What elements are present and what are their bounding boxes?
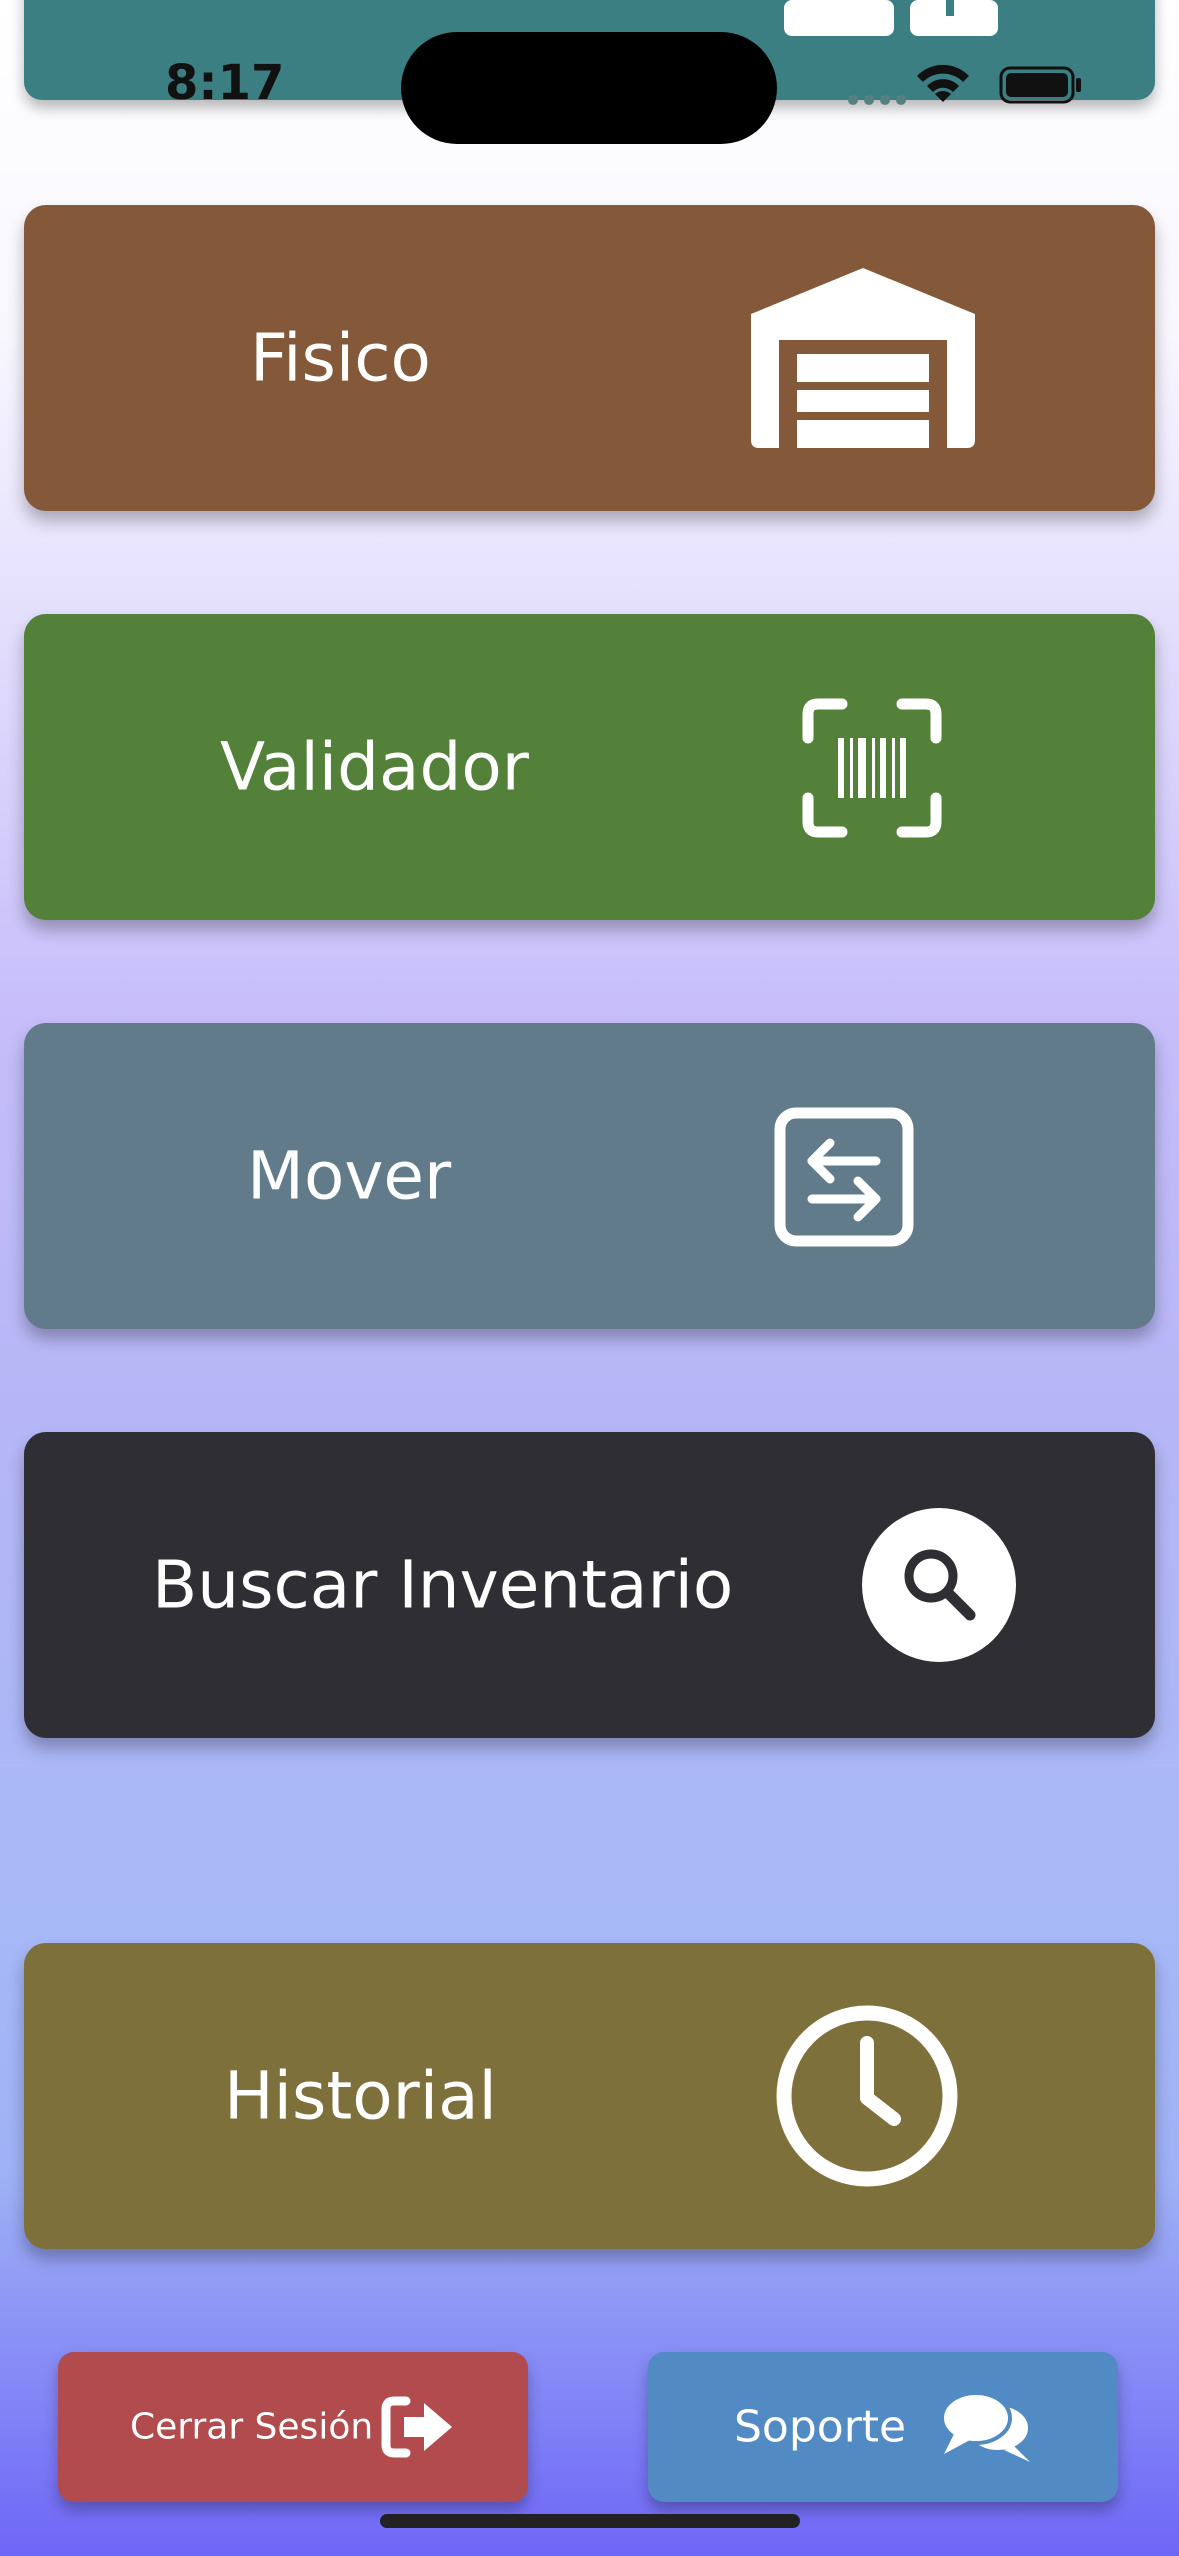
signal-icon [848, 95, 906, 105]
chat-bubbles-icon [940, 2391, 1032, 2462]
buscar-inventario-label: Buscar Inventario [152, 1546, 734, 1624]
support-label: Soporte [734, 2401, 907, 2453]
validador-button[interactable]: Validador [24, 614, 1155, 920]
wifi-icon [917, 64, 969, 102]
support-button[interactable]: Soporte [648, 2352, 1118, 2502]
warehouse-icon [751, 268, 975, 448]
search-icon [862, 1508, 1016, 1662]
validador-label: Validador [220, 728, 529, 806]
app-bar-icon [784, 0, 998, 36]
historial-label: Historial [224, 2057, 497, 2135]
barcode-scan-icon [802, 698, 942, 838]
mover-label: Mover [247, 1137, 452, 1215]
historial-button[interactable]: Historial [24, 1943, 1155, 2249]
status-icons [848, 64, 1081, 105]
mover-button[interactable]: Mover [24, 1023, 1155, 1329]
sign-out-icon [381, 2396, 452, 2458]
transfer-arrows-icon [774, 1107, 914, 1247]
logout-button[interactable]: Cerrar Sesión [58, 2352, 528, 2502]
fisico-label: Fisico [250, 319, 431, 397]
battery-icon [999, 66, 1081, 104]
logout-label: Cerrar Sesión [130, 2406, 374, 2448]
fisico-button[interactable]: Fisico [24, 205, 1155, 511]
dynamic-island [401, 32, 777, 144]
clock-icon [776, 2005, 958, 2187]
home-indicator [380, 2514, 800, 2528]
status-time: 8:17 [165, 55, 285, 111]
buscar-inventario-button[interactable]: Buscar Inventario [24, 1432, 1155, 1738]
